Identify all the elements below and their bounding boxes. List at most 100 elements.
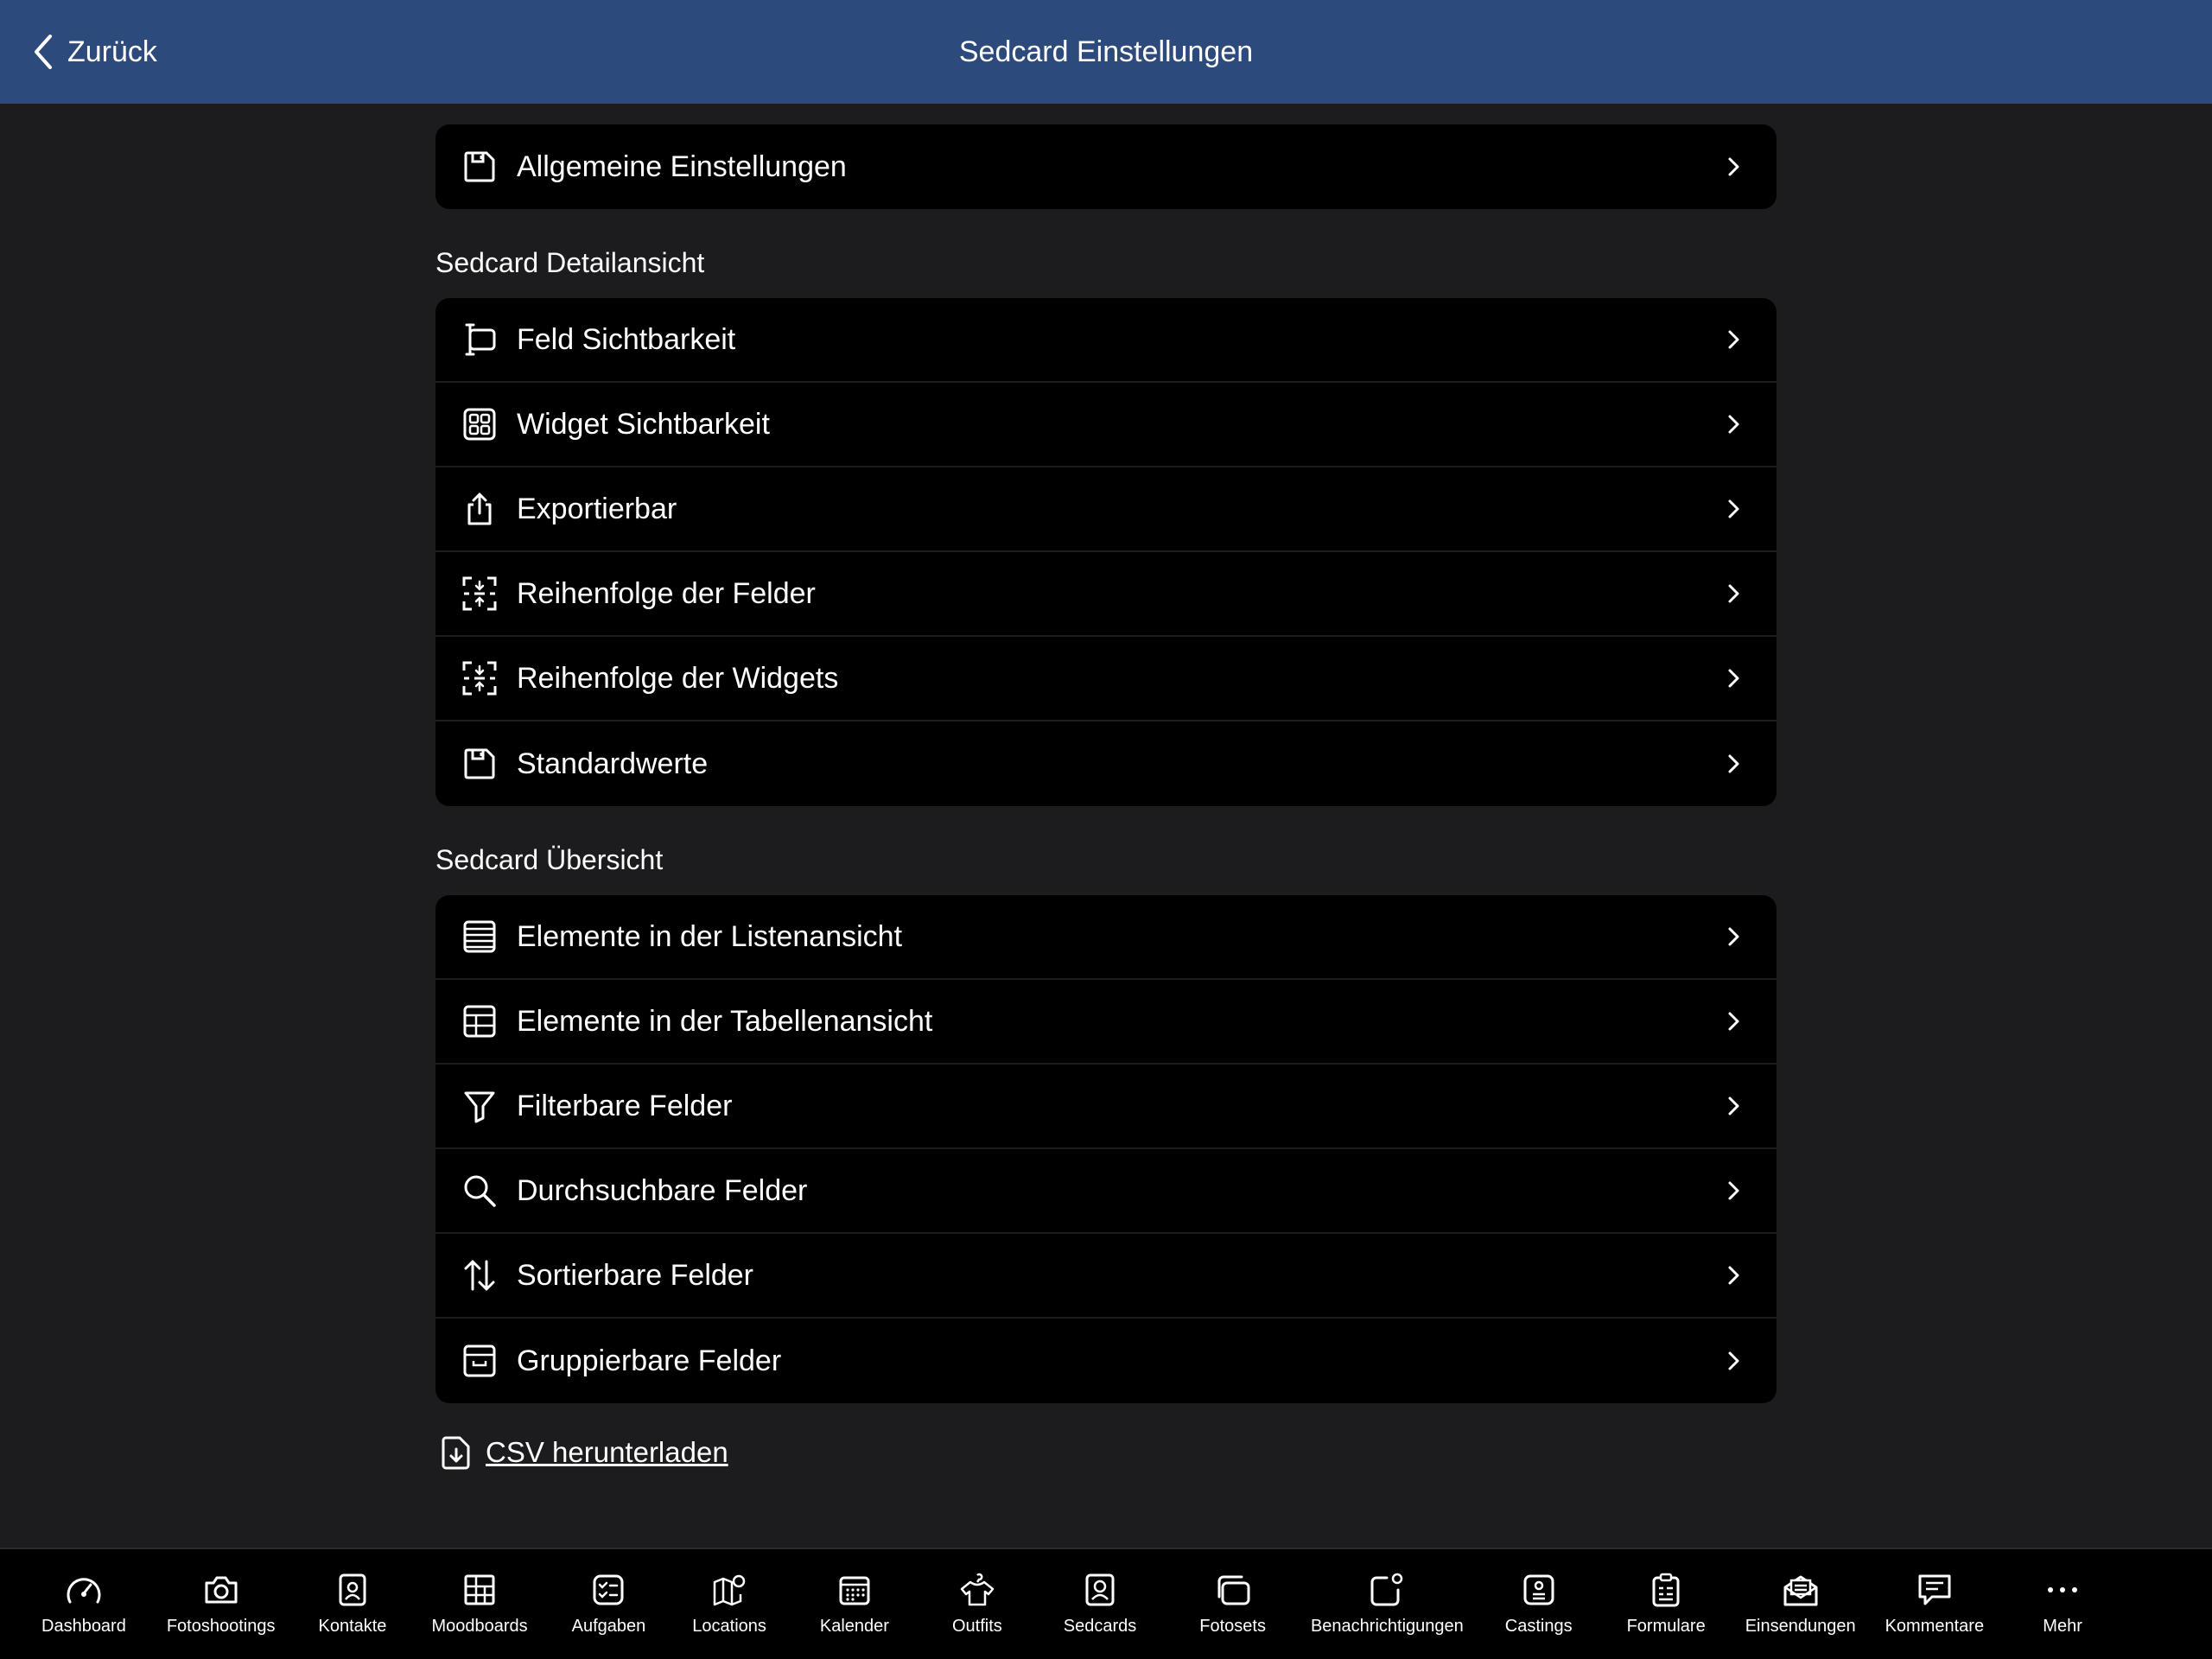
chevron-right-icon xyxy=(1721,412,1745,436)
tab-formulare[interactable]: Formulare xyxy=(1627,1549,1706,1637)
page-title: Sedcard Einstellungen xyxy=(958,35,1254,68)
chevron-right-icon xyxy=(1721,1009,1745,1033)
row-filterbare-felder[interactable]: Filterbare Felder xyxy=(435,1065,1777,1149)
tab-kalender[interactable]: Kalender xyxy=(820,1549,889,1637)
tab-fotosets[interactable]: Fotosets xyxy=(1199,1549,1266,1637)
tab-label: Castings xyxy=(1504,1617,1573,1636)
tab-label: Einsendungen xyxy=(1745,1617,1856,1636)
section-title-detailansicht: Sedcard Detailansicht xyxy=(435,247,705,278)
tab-sedcards[interactable]: Sedcards xyxy=(1063,1549,1137,1637)
tab-fotoshootings[interactable]: Fotoshootings xyxy=(166,1549,276,1637)
text-cursor-field-icon xyxy=(458,318,501,361)
tab-label: Fotoshootings xyxy=(166,1617,276,1636)
sort-arrows-icon xyxy=(458,1254,501,1297)
moodboard-icon xyxy=(458,1568,501,1611)
row-label: Feld Sichtbarkeit xyxy=(517,322,736,356)
row-allgemeine-einstellungen[interactable]: Allgemeine Einstellungen xyxy=(435,124,1777,209)
back-label: Zurück xyxy=(67,35,157,68)
row-gruppierbare-felder[interactable]: Gruppierbare Felder xyxy=(435,1319,1777,1403)
row-reihenfolge-felder[interactable]: Reihenfolge der Felder xyxy=(435,552,1777,637)
camera-icon xyxy=(200,1568,243,1611)
chevron-left-icon xyxy=(31,33,55,71)
tab-label: Sedcards xyxy=(1063,1617,1137,1636)
chevron-right-icon xyxy=(1721,582,1745,606)
tab-kommentare[interactable]: Kommentare xyxy=(1885,1549,1985,1637)
file-download-icon xyxy=(439,1434,474,1471)
dashboard-gauge-icon xyxy=(62,1568,105,1611)
sedcard-portrait-icon xyxy=(1078,1568,1122,1611)
csv-download-link[interactable]: CSV herunterladen xyxy=(439,1434,1777,1471)
calendar-icon xyxy=(833,1568,876,1611)
shirt-icon xyxy=(956,1568,999,1611)
save-icon xyxy=(458,742,501,785)
row-feld-sichtbarkeit[interactable]: Feld Sichtbarkeit xyxy=(435,298,1777,383)
reorder-icon xyxy=(458,572,501,615)
chevron-right-icon xyxy=(1721,497,1745,521)
chevron-right-icon xyxy=(1721,666,1745,690)
row-label: Reihenfolge der Widgets xyxy=(517,661,839,695)
row-durchsuchbare-felder[interactable]: Durchsuchbare Felder xyxy=(435,1149,1777,1234)
casting-card-icon xyxy=(1517,1568,1560,1611)
more-dots-icon xyxy=(2041,1568,2084,1611)
comment-icon xyxy=(1913,1568,1956,1611)
tab-label: Fotosets xyxy=(1199,1617,1266,1636)
row-label: Allgemeine Einstellungen xyxy=(517,149,847,183)
tab-label: Dashboard xyxy=(41,1617,126,1636)
row-label: Filterbare Felder xyxy=(517,1089,733,1122)
contact-badge-icon xyxy=(331,1568,374,1611)
tab-label: Locations xyxy=(692,1617,766,1636)
tab-label: Moodboards xyxy=(431,1617,528,1636)
navigation-bar: Zurück Sedcard Einstellungen xyxy=(0,0,2212,104)
chevron-right-icon xyxy=(1721,327,1745,352)
chevron-right-icon xyxy=(1721,1349,1745,1373)
chevron-right-icon xyxy=(1721,1179,1745,1203)
settings-content: Allgemeine Einstellungen Sedcard Detaila… xyxy=(435,124,1777,1471)
tab-kontakte[interactable]: Kontakte xyxy=(318,1549,386,1637)
tab-aufgaben[interactable]: Aufgaben xyxy=(572,1549,645,1637)
detail-settings-group: Feld Sichtbarkeit Widget Sichtbarkeit Ex… xyxy=(435,298,1777,806)
bottom-tab-bar: Dashboard Fotoshootings Kontakte Moodboa… xyxy=(0,1548,2212,1659)
tab-label: Formulare xyxy=(1626,1617,1706,1636)
row-sortierbare-felder[interactable]: Sortierbare Felder xyxy=(435,1234,1777,1319)
tab-dashboard[interactable]: Dashboard xyxy=(41,1549,126,1637)
general-settings-group: Allgemeine Einstellungen xyxy=(435,124,1777,209)
list-view-icon xyxy=(458,915,501,958)
csv-download-label: CSV herunterladen xyxy=(486,1436,728,1468)
tab-einsendungen[interactable]: Einsendungen xyxy=(1745,1549,1856,1637)
search-icon xyxy=(458,1169,501,1212)
share-export-icon xyxy=(458,487,501,531)
map-pin-icon xyxy=(708,1568,751,1611)
mail-open-icon xyxy=(1779,1568,1822,1611)
photo-stack-icon xyxy=(1211,1568,1255,1611)
archive-box-icon xyxy=(458,1339,501,1382)
row-label: Sortierbare Felder xyxy=(517,1258,754,1292)
row-label: Elemente in der Tabellenansicht xyxy=(517,1004,933,1038)
row-tabellenansicht[interactable]: Elemente in der Tabellenansicht xyxy=(435,980,1777,1065)
row-label: Gruppierbare Felder xyxy=(517,1344,782,1377)
chevron-right-icon xyxy=(1721,752,1745,776)
tab-label: Benachrichtigungen xyxy=(1310,1617,1464,1636)
row-exportierbar[interactable]: Exportierbar xyxy=(435,467,1777,552)
task-checklist-icon xyxy=(587,1568,630,1611)
chevron-right-icon xyxy=(1721,1094,1745,1118)
tab-label: Outfits xyxy=(951,1617,1002,1636)
tab-outfits[interactable]: Outfits xyxy=(952,1549,1002,1637)
row-reihenfolge-widgets[interactable]: Reihenfolge der Widgets xyxy=(435,637,1777,721)
tab-label: Mehr xyxy=(2043,1617,2082,1636)
section-title-uebersicht: Sedcard Übersicht xyxy=(435,844,664,875)
back-button[interactable]: Zurück xyxy=(31,0,157,104)
tab-moodboards[interactable]: Moodboards xyxy=(431,1549,528,1637)
row-label: Elemente in der Listenansicht xyxy=(517,919,903,953)
tab-label: Kalender xyxy=(819,1617,889,1636)
row-label: Exportierbar xyxy=(517,492,677,525)
row-widget-sichtbarkeit[interactable]: Widget Sichtbarkeit xyxy=(435,383,1777,467)
overview-settings-group: Elemente in der Listenansicht Elemente i… xyxy=(435,895,1777,1403)
tab-locations[interactable]: Locations xyxy=(692,1549,766,1637)
tab-label: Kommentare xyxy=(1885,1617,1985,1636)
row-label: Reihenfolge der Felder xyxy=(517,576,816,610)
tab-benachrichtigungen[interactable]: Benachrichtigungen xyxy=(1311,1549,1464,1637)
row-listenansicht[interactable]: Elemente in der Listenansicht xyxy=(435,895,1777,980)
tab-castings[interactable]: Castings xyxy=(1505,1549,1573,1637)
row-standardwerte[interactable]: Standardwerte xyxy=(435,721,1777,806)
tab-mehr[interactable]: Mehr xyxy=(2041,1549,2084,1637)
